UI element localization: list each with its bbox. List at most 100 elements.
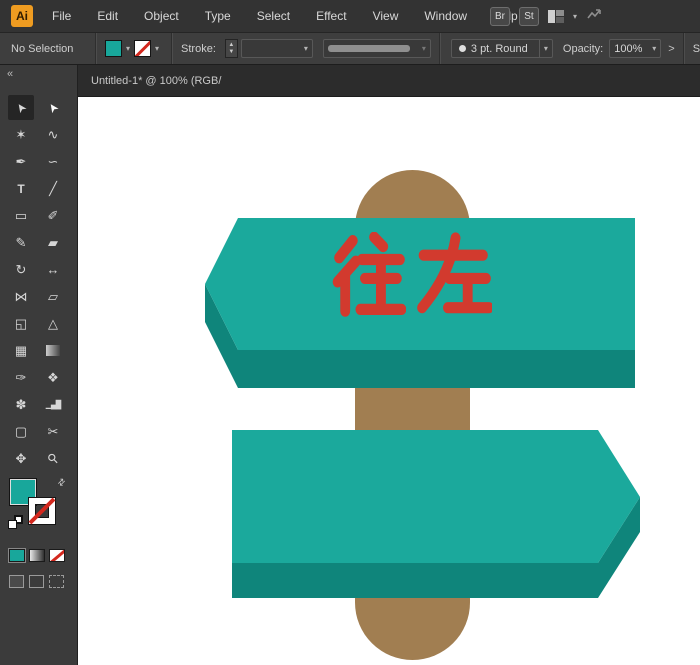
workspace-switcher-icon[interactable] — [548, 10, 564, 23]
none-slash-icon — [50, 550, 64, 561]
type-icon: T — [17, 181, 25, 196]
menu-item-object[interactable]: Object — [131, 0, 192, 33]
draw-behind-button[interactable] — [29, 575, 44, 588]
uniform-profile-preview — [327, 45, 410, 52]
stroke-weight-stepper[interactable]: ▲ ▼ — [224, 39, 238, 58]
lasso-tool[interactable]: ∿ — [40, 122, 66, 147]
magic-wand-tool[interactable]: ✶ — [8, 122, 34, 147]
symbol-sprayer-tool[interactable]: ✽ — [8, 392, 34, 417]
opacity-dropdown[interactable]: 100% ▾ — [609, 39, 662, 58]
gradient-button[interactable] — [29, 549, 45, 562]
artboard-icon: ▢ — [14, 424, 28, 439]
divider — [171, 33, 174, 64]
share-icon[interactable] — [586, 7, 602, 26]
shape-builder-tool[interactable]: ◱ — [8, 311, 34, 336]
column-graph-tool[interactable]: ▁▄█ — [40, 392, 66, 417]
eyedropper-icon: ✑ — [15, 370, 27, 385]
fill-stroke-widget: ⇄ — [8, 476, 70, 533]
brush-definition-dropdown[interactable]: 3 pt. Round ▾ — [450, 39, 553, 58]
chevron-down-icon: ▾ — [543, 43, 548, 53]
chevron-down-icon[interactable]: ▾ — [573, 12, 577, 21]
magic-wand-icon: ✶ — [15, 127, 27, 142]
selection-status: No Selection — [11, 42, 74, 55]
fill-color-swatch[interactable] — [105, 40, 122, 57]
curvature-tool[interactable]: ∽ — [40, 149, 66, 174]
tools-panel: « ➤ ➤ ✶ ∿ ✒ ∽ T ╱ ▭ ✐ ✎ ▰ ↻ ↔ ⋈ ▱ ◱ △ ▦ ■ ✑ ❖ ✽ ▁▄█ ▢ ✂ ✥ ⚲ ⇄ — [0, 65, 78, 665]
paintbrush-icon: ✐ — [47, 208, 59, 223]
pencil-tool[interactable]: ✎ — [8, 230, 34, 255]
menu-item-effect[interactable]: Effect — [303, 0, 359, 33]
opacity-label[interactable]: Opacity: — [563, 43, 603, 55]
selection-icon: ➤ — [12, 99, 30, 116]
eraser-tool[interactable]: ▰ — [40, 230, 66, 255]
menu-bar: Ai File Edit Object Type Select Effect View Win… — [0, 0, 700, 33]
menu-item-file[interactable]: File — [39, 0, 84, 33]
stepper-up-icon[interactable]: ▲ — [228, 42, 234, 49]
style-label-partial: S — [692, 42, 700, 55]
mesh-icon: ▦ — [14, 343, 28, 358]
paintbrush-tool[interactable]: ✐ — [40, 203, 66, 228]
scale-tool[interactable]: ↔ — [40, 257, 66, 282]
divider — [682, 33, 685, 64]
stock-button[interactable]: St — [519, 7, 539, 26]
tools-grid: ➤ ➤ ✶ ∿ ✒ ∽ T ╱ ▭ ✐ ✎ ▰ ↻ ↔ ⋈ ▱ ◱ △ ▦ ■ ✑ ❖ ✽ ▁▄█ ▢ ✂ ✥ ⚲ — [8, 95, 66, 471]
brush-chevron-segment[interactable]: ▾ — [538, 40, 552, 57]
stroke-color-swatch[interactable] — [134, 40, 152, 57]
draw-inside-button[interactable] — [49, 575, 64, 588]
default-fill-stroke-icon[interactable] — [8, 515, 24, 531]
divider — [95, 33, 97, 64]
type-tool[interactable]: T — [8, 176, 34, 201]
direct-selection-icon: ➤ — [44, 99, 62, 116]
blend-tool[interactable]: ❖ — [40, 365, 66, 390]
workspace-icon-left — [548, 10, 555, 23]
none-button[interactable] — [49, 549, 65, 562]
menu-item-view[interactable]: View — [360, 0, 412, 33]
perspective-grid-tool[interactable]: △ — [40, 311, 66, 336]
draw-normal-button[interactable] — [9, 575, 24, 588]
width-icon: ⋈ — [14, 289, 28, 304]
width-tool[interactable]: ⋈ — [8, 284, 34, 309]
zoom-tool[interactable]: ⚲ — [40, 446, 66, 471]
scale-icon: ↔ — [46, 262, 60, 277]
pen-tool[interactable]: ✒ — [8, 149, 34, 174]
menu-item-window[interactable]: Window — [411, 0, 480, 33]
menu-item-edit[interactable]: Edit — [84, 0, 131, 33]
divider — [438, 33, 441, 64]
gradient-tool[interactable]: ■ — [40, 338, 66, 363]
canvas-artboard[interactable]: 往左 — [78, 97, 700, 665]
selection-tool[interactable]: ➤ — [8, 95, 34, 120]
eraser-icon: ▰ — [48, 235, 58, 250]
document-tab[interactable]: Untitled-1* @ 100% (RGB/ — [91, 75, 221, 87]
collapse-panel-button[interactable]: « — [7, 68, 13, 80]
shape-builder-icon: ◱ — [14, 316, 28, 331]
rotate-tool[interactable]: ↻ — [8, 257, 34, 282]
lasso-icon: ∿ — [47, 127, 59, 142]
swap-fill-stroke-icon[interactable]: ⇄ — [55, 476, 68, 489]
eyedropper-tool[interactable]: ✑ — [8, 365, 34, 390]
direct-selection-tool[interactable]: ➤ — [40, 95, 66, 120]
brush-name: 3 pt. Round — [470, 42, 528, 55]
line-segment-tool[interactable]: ╱ — [40, 176, 66, 201]
free-transform-tool[interactable]: ▱ — [40, 284, 66, 309]
artboard-tool[interactable]: ▢ — [8, 419, 34, 444]
slice-tool[interactable]: ✂ — [40, 419, 66, 444]
chevron-down-icon[interactable]: ▾ — [126, 44, 130, 53]
menu-right-cluster: Br St ▾ — [490, 0, 602, 33]
perspective-grid-icon: △ — [48, 316, 58, 331]
menu-item-select[interactable]: Select — [244, 0, 303, 33]
color-button[interactable] — [9, 549, 25, 562]
bottom-sign-face[interactable] — [232, 430, 640, 563]
overflow-chevron[interactable]: > — [668, 43, 674, 55]
stepper-down-icon[interactable]: ▼ — [228, 49, 234, 56]
rectangle-icon: ▭ — [14, 208, 28, 223]
hand-tool[interactable]: ✥ — [8, 446, 34, 471]
stroke-weight-dropdown[interactable]: ▾ — [240, 39, 313, 58]
menu-item-type[interactable]: Type — [192, 0, 244, 33]
rectangle-tool[interactable]: ▭ — [8, 203, 34, 228]
bridge-button[interactable]: Br — [490, 7, 510, 26]
width-profile-dropdown[interactable]: ▾ — [322, 39, 431, 58]
mesh-tool[interactable]: ▦ — [8, 338, 34, 363]
workspace-icon-right — [556, 10, 564, 23]
chevron-down-icon[interactable]: ▾ — [155, 44, 159, 53]
sign-text[interactable]: 往左 — [330, 225, 502, 323]
